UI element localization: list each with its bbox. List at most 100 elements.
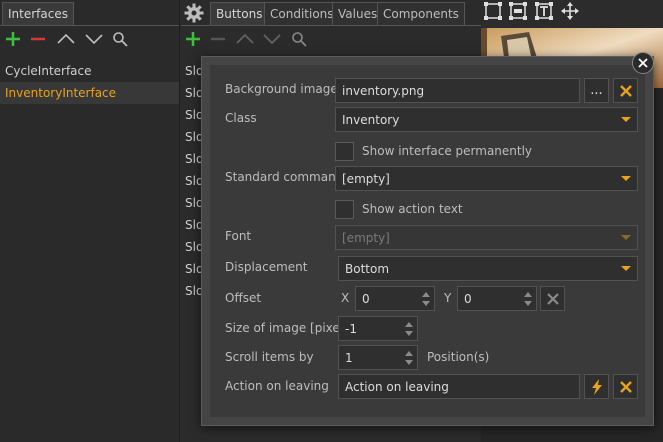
list-item-cycleinterface[interactable]: CycleInterface (0, 60, 179, 82)
spin-up-icon[interactable] (405, 351, 413, 356)
preview-toolbar (481, 0, 663, 28)
button-tool-button[interactable] (509, 2, 527, 20)
list-item-label: CycleInterface (5, 64, 92, 78)
list-item-inventoryinterface[interactable]: InventoryInterface (0, 82, 179, 104)
class-value: Inventory (342, 113, 400, 127)
action-on-leaving-value: Action on leaving (345, 380, 449, 394)
remove-interface-button[interactable] (28, 29, 48, 49)
chevron-down-icon (621, 176, 631, 181)
search-icon (113, 32, 128, 47)
spin-down-icon[interactable] (422, 301, 430, 306)
move-tool-button[interactable] (561, 2, 579, 20)
font-select[interactable]: [empty] (335, 225, 638, 250)
chevron-up-icon (236, 33, 254, 44)
chevron-down-icon (621, 235, 631, 240)
search-icon (292, 32, 307, 47)
spin-down-icon[interactable] (524, 301, 532, 306)
tab-components[interactable]: Components (377, 2, 465, 25)
offset-x-spinbox[interactable]: 0 (355, 286, 435, 311)
clear-background-button[interactable] (613, 78, 638, 103)
class-select[interactable]: Inventory (335, 107, 638, 132)
action-on-leaving-label: Action on leaving (225, 379, 329, 393)
size-spinbox[interactable]: -1 (338, 316, 418, 341)
standard-command-label: Standard command (225, 170, 344, 184)
close-icon (619, 380, 632, 393)
close-icon (546, 292, 559, 305)
plus-icon (186, 32, 200, 46)
offset-y-label: Y (444, 291, 452, 305)
move-down-button[interactable] (84, 29, 104, 49)
button-element-icon (509, 2, 527, 20)
chevron-up-icon (57, 33, 75, 44)
close-icon (638, 58, 648, 68)
select-tool-button[interactable] (484, 2, 502, 20)
chevron-down-icon (85, 34, 103, 45)
button-move-up[interactable] (235, 29, 255, 49)
size-value: -1 (345, 322, 357, 336)
move-arrows-icon (561, 2, 579, 20)
browse-button[interactable]: ... (584, 78, 609, 103)
tab-interfaces-label: Interfaces (8, 7, 68, 21)
interfaces-panel: Interfaces CycleInterface InventoryInter… (0, 0, 180, 442)
interface-properties-dialog: Background image inventory.png ... Class… (201, 56, 654, 426)
tab-buttons[interactable]: Buttons (210, 2, 269, 25)
offset-y-spinbox[interactable]: 0 (457, 286, 537, 311)
background-image-value: inventory.png (342, 84, 425, 98)
tab-conditions[interactable]: Conditions (264, 2, 340, 25)
standard-command-value: [empty] (342, 172, 390, 186)
button-move-down[interactable] (262, 29, 282, 49)
lightning-icon (591, 378, 602, 395)
class-label: Class (225, 111, 257, 125)
displacement-select[interactable]: Bottom (338, 256, 638, 281)
size-label: Size of image [pixel] (225, 321, 348, 335)
show-permanently-checkbox[interactable] (335, 142, 354, 161)
offset-y-value: 0 (464, 292, 472, 306)
tab-conditions-label: Conditions (270, 7, 334, 21)
spin-down-icon[interactable] (405, 331, 413, 336)
show-permanently-label: Show interface permanently (362, 144, 533, 158)
chevron-down-icon (263, 34, 281, 45)
button-search[interactable] (289, 29, 309, 49)
edit-action-button[interactable] (584, 374, 609, 399)
selection-rect-icon (484, 2, 502, 20)
text-tool-button[interactable] (535, 2, 553, 20)
tab-buttons-label: Buttons (216, 7, 263, 21)
spin-down-icon[interactable] (405, 360, 413, 365)
tab-divider (0, 25, 179, 26)
background-image-field[interactable]: inventory.png (335, 78, 580, 103)
action-on-leaving-field[interactable]: Action on leaving (338, 374, 580, 399)
chevron-down-icon (621, 266, 631, 271)
tab-divider (181, 25, 481, 26)
spin-up-icon[interactable] (524, 292, 532, 297)
add-interface-button[interactable] (3, 29, 23, 49)
offset-x-label: X (341, 291, 350, 305)
tab-values-label: Values (338, 7, 378, 21)
close-dialog-button[interactable] (632, 52, 654, 74)
chevron-down-icon (621, 117, 631, 122)
browse-label: ... (590, 83, 603, 98)
show-action-text-checkbox[interactable] (335, 200, 354, 219)
gear-icon (184, 3, 204, 23)
spin-up-icon[interactable] (422, 292, 430, 297)
remove-button-button[interactable] (208, 29, 228, 49)
add-button-button[interactable] (183, 29, 203, 49)
search-button[interactable] (110, 29, 130, 49)
scroll-spinbox[interactable]: 1 (338, 345, 418, 370)
list-item-label: InventoryInterface (5, 86, 117, 100)
scroll-value: 1 (345, 351, 353, 365)
move-up-button[interactable] (56, 29, 76, 49)
plus-icon (6, 32, 20, 46)
tab-values[interactable]: Values (332, 2, 384, 25)
offset-x-value: 0 (362, 292, 370, 306)
minus-icon (31, 37, 45, 41)
clear-action-button[interactable] (613, 374, 638, 399)
scroll-unit-label: Position(s) (427, 350, 490, 364)
tab-interfaces[interactable]: Interfaces (2, 2, 74, 25)
font-value: [empty] (342, 231, 390, 245)
spin-up-icon[interactable] (405, 322, 413, 327)
scroll-label: Scroll items by (225, 350, 314, 364)
standard-command-select[interactable]: [empty] (335, 166, 638, 191)
settings-button[interactable] (184, 3, 204, 23)
show-action-text-label: Show action text (362, 202, 463, 216)
clear-offset-button[interactable] (540, 286, 565, 311)
